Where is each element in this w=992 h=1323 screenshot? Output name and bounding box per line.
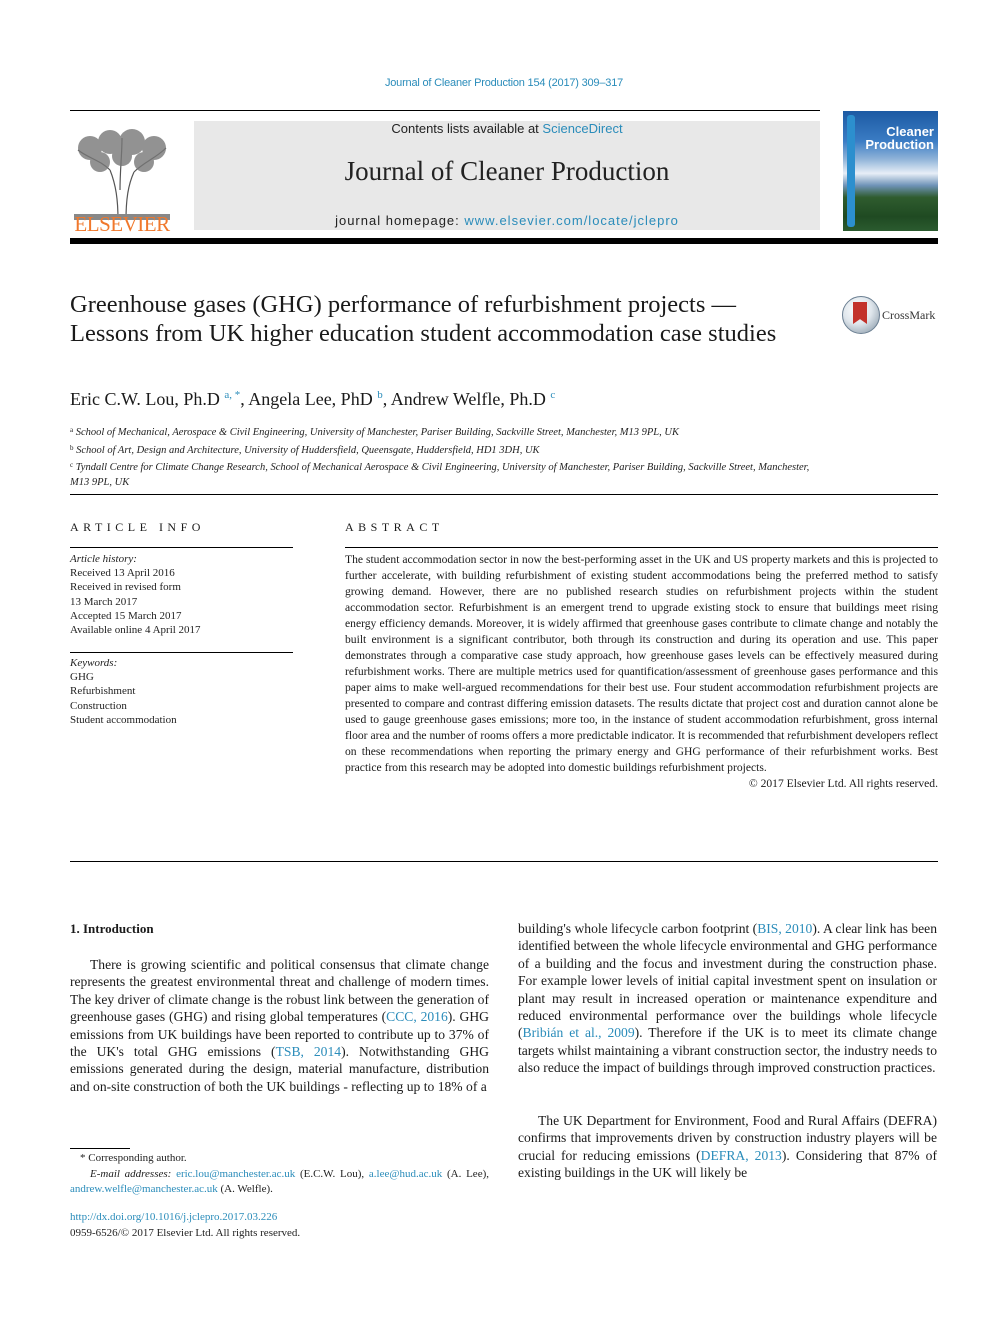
contents-line: Contents lists available at ScienceDirec… bbox=[194, 121, 820, 136]
affiliation: a School of Mechanical, Aerospace & Civi… bbox=[70, 423, 830, 441]
corresponding-author-note: * Corresponding author. bbox=[80, 1152, 187, 1164]
article-info-heading: ARTICLE INFO bbox=[70, 520, 205, 534]
article-title: Greenhouse gases (GHG) performance of re… bbox=[70, 291, 777, 347]
affiliation-marker: b bbox=[70, 443, 74, 452]
journal-cover-image[interactable]: Cleaner Production bbox=[843, 111, 938, 231]
crossmark-label: CrossMark bbox=[882, 308, 936, 322]
citation-link[interactable]: Bribián et al., 2009 bbox=[523, 1025, 635, 1040]
author-name: Andrew Welfle, Ph.D bbox=[390, 389, 546, 409]
cover-stripe bbox=[847, 115, 855, 227]
section-rule bbox=[70, 494, 938, 495]
citation-link[interactable]: DEFRA, 2013 bbox=[701, 1148, 782, 1163]
history-item: 13 March 2017 bbox=[70, 595, 138, 608]
email-link[interactable]: andrew.welfle@manchester.ac.uk bbox=[70, 1183, 218, 1195]
paragraph-text: ). A clear link has been identified betw… bbox=[518, 921, 937, 1041]
abstract-copyright: © 2017 Elsevier Ltd. All rights reserved… bbox=[748, 777, 938, 790]
article-history: Article history: Received 13 April 2016 … bbox=[70, 552, 300, 637]
keywords: Keywords: GHG Refurbishment Construction… bbox=[70, 656, 300, 727]
abstract-heading: ABSTRACT bbox=[345, 520, 444, 534]
cover-title-line2: Production bbox=[865, 137, 934, 152]
affiliation-text: School of Art, Design and Architecture, … bbox=[76, 444, 540, 456]
keyword: Construction bbox=[70, 699, 127, 712]
running-head[interactable]: Journal of Cleaner Production 154 (2017)… bbox=[0, 77, 992, 89]
author-name: Eric C.W. Lou, Ph.D bbox=[70, 389, 220, 409]
email-label: E-mail addresses: bbox=[90, 1167, 172, 1180]
front-matter-rule bbox=[70, 861, 938, 862]
keyword: Refurbishment bbox=[70, 685, 136, 698]
intro-paragraph: building's whole lifecycle carbon footpr… bbox=[518, 920, 937, 1077]
sciencedirect-link[interactable]: ScienceDirect bbox=[542, 121, 622, 136]
email-link[interactable]: eric.lou@manchester.ac.uk bbox=[176, 1168, 295, 1180]
intro-paragraph: The UK Department for Environment, Food … bbox=[518, 1112, 937, 1182]
affiliation-text: Tyndall Centre for Climate Change Resear… bbox=[70, 462, 810, 488]
article-history-label: Article history: bbox=[70, 553, 137, 565]
history-item: Received 13 April 2016 bbox=[70, 567, 175, 580]
history-item: Available online 4 April 2017 bbox=[70, 624, 201, 637]
elsevier-wordmark: ELSEVIER bbox=[74, 212, 170, 236]
affiliation-marker: c bbox=[70, 461, 74, 469]
article-info-rule bbox=[70, 547, 293, 548]
email-link[interactable]: a.lee@hud.ac.uk bbox=[369, 1168, 442, 1180]
homepage-line: journal homepage: www.elsevier.com/locat… bbox=[194, 213, 820, 228]
footnote-rule bbox=[70, 1148, 130, 1149]
author-separator: , bbox=[382, 389, 391, 409]
homepage-prefix: journal homepage: bbox=[335, 213, 465, 228]
paragraph-text: building's whole lifecycle carbon footpr… bbox=[518, 921, 758, 936]
abstract-body: The student accommodation sector in now … bbox=[345, 552, 938, 792]
citation-link[interactable]: BIS, 2010 bbox=[757, 921, 812, 936]
author-name: Angela Lee, PhD bbox=[248, 389, 373, 409]
journal-banner: Contents lists available at ScienceDirec… bbox=[194, 121, 820, 230]
affiliation: b School of Art, Design and Architecture… bbox=[70, 441, 830, 459]
doi-block: http://dx.doi.org/10.1016/j.jclepro.2017… bbox=[70, 1210, 300, 1241]
email-owner: (A. Lee), bbox=[442, 1167, 489, 1180]
citation-link[interactable]: TSB, 2014 bbox=[276, 1044, 341, 1059]
header-thick-rule bbox=[70, 238, 938, 244]
journal-homepage-link[interactable]: www.elsevier.com/locate/jclepro bbox=[464, 213, 679, 228]
email-owner: (A. Welfle). bbox=[217, 1183, 273, 1195]
author-list: Eric C.W. Lou, Ph.D a, *, Angela Lee, Ph… bbox=[70, 389, 555, 410]
doi-link[interactable]: http://dx.doi.org/10.1016/j.jclepro.2017… bbox=[70, 1211, 277, 1223]
keyword: GHG bbox=[70, 671, 94, 684]
abstract-text: The student accommodation sector in now … bbox=[345, 553, 938, 774]
section-heading-introduction: 1. Introduction bbox=[70, 921, 154, 936]
email-addresses: E-mail addresses: eric.lou@manchester.ac… bbox=[70, 1167, 489, 1198]
affiliations: a School of Mechanical, Aerospace & Civi… bbox=[70, 423, 830, 490]
author-affiliation-link[interactable]: c bbox=[550, 389, 555, 401]
keywords-label: Keywords: bbox=[70, 657, 118, 669]
email-owner: (E.C.W. Lou), bbox=[295, 1167, 369, 1180]
contents-prefix: Contents lists available at bbox=[391, 121, 543, 136]
cover-title: Cleaner Production bbox=[865, 125, 934, 151]
author-affiliation-link[interactable]: a, * bbox=[224, 389, 240, 401]
keywords-rule bbox=[70, 652, 293, 653]
crossmark-button[interactable]: CrossMark bbox=[842, 296, 942, 336]
keyword: Student accommodation bbox=[70, 713, 177, 726]
citation-link[interactable]: CCC, 2016 bbox=[386, 1009, 448, 1024]
affiliation-text: School of Mechanical, Aerospace & Civil … bbox=[75, 427, 679, 438]
header-rule bbox=[70, 110, 820, 111]
affiliation-marker: a bbox=[70, 426, 74, 434]
affiliation: c Tyndall Centre for Climate Change Rese… bbox=[70, 458, 830, 490]
footnotes: * Corresponding author. E-mail addresses… bbox=[70, 1151, 489, 1198]
history-item: Received in revised form bbox=[70, 581, 181, 594]
abstract-rule bbox=[345, 547, 938, 548]
intro-paragraph: There is growing scientific and politica… bbox=[70, 956, 489, 1095]
journal-title: Journal of Cleaner Production bbox=[344, 156, 670, 186]
issn-copyright: 0959-6526/© 2017 Elsevier Ltd. All right… bbox=[70, 1226, 301, 1239]
history-item: Accepted 15 March 2017 bbox=[70, 609, 182, 622]
